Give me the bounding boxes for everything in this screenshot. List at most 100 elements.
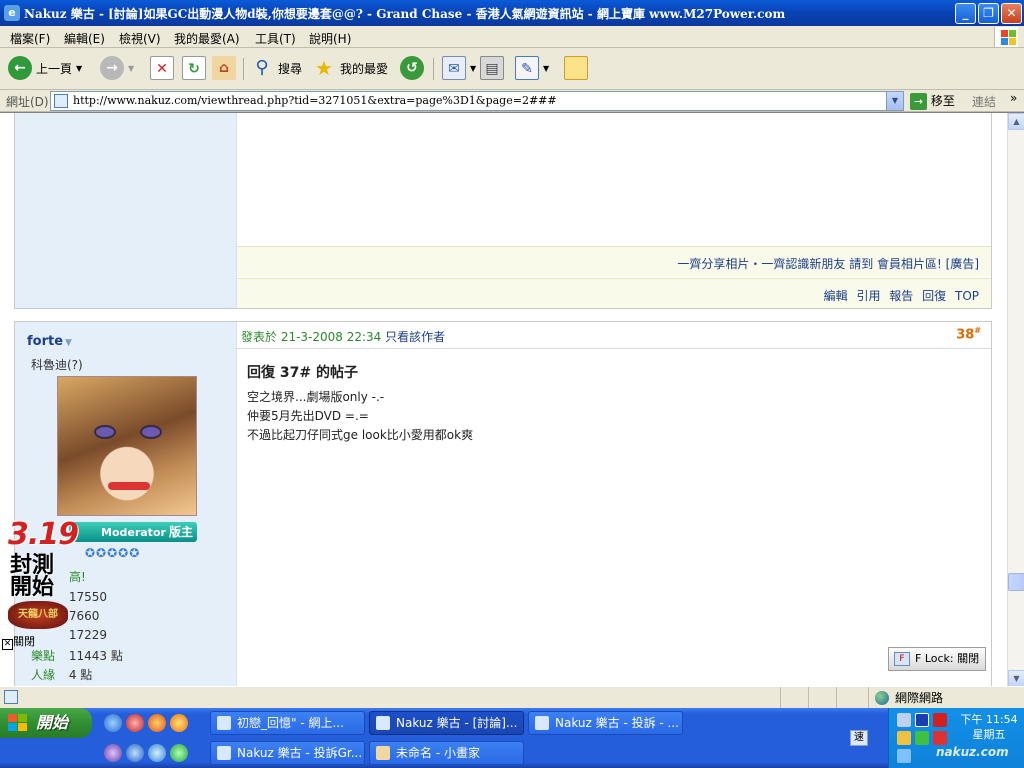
toolbar-separator <box>433 58 434 80</box>
menu-favorites[interactable]: 我的最愛(A) <box>174 30 240 47</box>
language-indicator[interactable]: 速 <box>850 730 868 746</box>
go-button[interactable]: → 移至 <box>910 92 955 110</box>
taskbar-item-active[interactable]: Nakuz 樂古 - [討論]... <box>369 711 524 735</box>
flock-indicator[interactable]: F F Lock: 關閉 <box>888 647 986 671</box>
history-icon: ↺ <box>400 56 424 80</box>
printer-icon: ▤ <box>480 56 504 80</box>
top-link[interactable]: TOP <box>955 289 979 303</box>
address-input[interactable]: http://www.nakuz.com/viewthread.php?tid=… <box>50 91 904 111</box>
close-icon[interactable]: ✕ <box>2 639 13 650</box>
forward-button[interactable]: → ▼ <box>100 56 134 82</box>
window-icon <box>376 716 390 730</box>
back-button[interactable]: ← 上一頁 ▼ <box>8 56 82 82</box>
menu-file[interactable]: 檔案(F) <box>10 30 50 47</box>
page-viewport: 一齊分享相片・一齊認識新朋友 請到 會員相片區! [廣告] 編輯 引用 報告 回… <box>0 112 1024 686</box>
taskbar-item[interactable]: Nakuz 樂古 - 投訴 - ... <box>528 711 683 735</box>
volume-icon[interactable] <box>897 749 911 763</box>
address-label: 網址(D) <box>6 95 49 109</box>
tray-icon[interactable] <box>933 731 947 745</box>
menu-bar: 檔案(F) 編輯(E) 檢視(V) 我的最愛(A) 工具(T) 說明(H) <box>0 26 1024 48</box>
chevron-down-icon[interactable]: ▼ <box>76 64 82 73</box>
page-icon <box>54 94 68 108</box>
only-author-link[interactable]: 只看該作者 <box>385 330 445 344</box>
game-logo[interactable]: 天龍八部 <box>8 601 68 629</box>
address-bar: 網址(D) http://www.nakuz.com/viewthread.ph… <box>0 90 1024 112</box>
msn-messenger-icon[interactable] <box>170 744 188 762</box>
taskbar-item[interactable]: Nakuz 樂古 - 投訴Gr... <box>210 741 365 765</box>
avatar-collar <box>108 482 150 490</box>
quote-link[interactable]: 引用 <box>856 289 880 303</box>
home-button[interactable]: ⌂ <box>212 56 236 82</box>
taskbar-item[interactable]: 未命名 - 小畫家 <box>369 741 524 765</box>
links-label[interactable]: 連結 <box>972 93 996 110</box>
favorites-button[interactable]: ★ 我的最愛 <box>312 56 388 82</box>
scroll-up-button[interactable]: ▲ <box>1008 113 1024 130</box>
ad-date[interactable]: 3.19 <box>8 517 79 552</box>
floating-ad[interactable]: 3.19 封測開始 天龍八部 <box>6 517 79 637</box>
title-bar: e Nakuz 樂古 - [討論]如果GC出動漫人物d裝,你想要邊套@@? - … <box>0 0 1024 26</box>
ad-text[interactable]: 封測開始 <box>10 555 70 599</box>
notes-button[interactable] <box>564 56 588 82</box>
edit-link[interactable]: 編輯 <box>824 289 848 303</box>
edit-button[interactable]: ✎ ▼ <box>515 56 549 82</box>
network-icon[interactable] <box>897 713 911 727</box>
search-button[interactable]: ⚲ 搜尋 <box>250 56 302 82</box>
close-button[interactable]: ✕ <box>1001 3 1022 24</box>
refresh-button[interactable]: ↻ <box>182 56 206 82</box>
app-icon[interactable] <box>104 744 122 762</box>
avatar <box>57 376 197 516</box>
chevron-down-icon[interactable]: ▼ <box>470 64 476 73</box>
chevron-down-icon[interactable]: ▼ <box>65 338 72 348</box>
media-icon[interactable] <box>915 713 929 727</box>
firefox-icon[interactable] <box>148 714 166 732</box>
author-name[interactable]: forte ▼ <box>27 334 72 349</box>
menu-edit[interactable]: 編輯(E) <box>64 30 105 47</box>
msn-icon[interactable] <box>104 714 122 732</box>
clock[interactable]: 下午 11:54 星期五 <box>959 712 1019 742</box>
chevron-right-icon[interactable]: » <box>1010 91 1017 105</box>
chevron-down-icon[interactable]: ▼ <box>543 64 549 73</box>
window-icon <box>217 746 231 760</box>
reply-link[interactable]: 回復 <box>922 289 946 303</box>
mail-button[interactable]: ✉ ▼ <box>442 56 476 82</box>
chevron-down-icon[interactable]: ▼ <box>886 92 903 110</box>
app-icon[interactable] <box>126 714 144 732</box>
refresh-icon: ↻ <box>182 56 206 80</box>
ie-icon: e <box>4 5 20 21</box>
history-button[interactable]: ↺ <box>400 56 424 82</box>
note-icon <box>564 56 588 80</box>
post-previous: 一齊分享相片・一齊認識新朋友 請到 會員相片區! [廣告] 編輯 引用 報告 回… <box>14 113 992 309</box>
ad-link[interactable]: 一齊分享相片・一齊認識新朋友 請到 會員相片區! [廣告] <box>677 255 979 272</box>
author-column <box>15 113 237 308</box>
post-number[interactable]: 38# <box>956 326 981 342</box>
stop-button[interactable]: ✕ <box>150 56 174 82</box>
windows-flag-icon <box>8 714 28 732</box>
vertical-scrollbar[interactable]: ▲ ▼ <box>1007 113 1024 686</box>
address-url[interactable]: http://www.nakuz.com/viewthread.php?tid=… <box>73 94 557 107</box>
page-icon <box>4 690 18 704</box>
app-icon[interactable] <box>170 714 188 732</box>
antivirus-icon[interactable] <box>933 713 947 727</box>
menu-view[interactable]: 檢視(V) <box>119 30 161 47</box>
menu-tools[interactable]: 工具(T) <box>255 30 296 47</box>
stat-row: 人緣 4 點 <box>31 668 93 682</box>
ad-close-button[interactable]: ✕ 關閉 <box>2 633 35 650</box>
scroll-thumb[interactable] <box>1008 573 1024 591</box>
app-icon[interactable] <box>148 744 166 762</box>
tray-icon[interactable] <box>897 731 911 745</box>
maximize-button[interactable]: ❐ <box>978 3 999 24</box>
ie-icon[interactable] <box>126 744 144 762</box>
chevron-down-icon[interactable]: ▼ <box>128 64 134 73</box>
post-line: 空之境界...劇場版only -.- <box>247 390 385 404</box>
forward-arrow-icon: → <box>100 56 124 80</box>
print-button[interactable]: ▤ <box>480 56 504 82</box>
start-button[interactable]: 開始 <box>0 708 92 738</box>
flock-icon: F <box>894 652 910 666</box>
tray-icon[interactable] <box>915 731 929 745</box>
minimize-button[interactable]: _ <box>955 3 976 24</box>
taskbar-item[interactable]: 初戀_回憶" - 網上... <box>210 711 365 735</box>
scroll-down-button[interactable]: ▼ <box>1008 670 1024 686</box>
post-line: 仲要5月先出DVD =.= <box>247 409 369 423</box>
report-link[interactable]: 報告 <box>889 289 913 303</box>
menu-help[interactable]: 說明(H) <box>309 30 351 47</box>
